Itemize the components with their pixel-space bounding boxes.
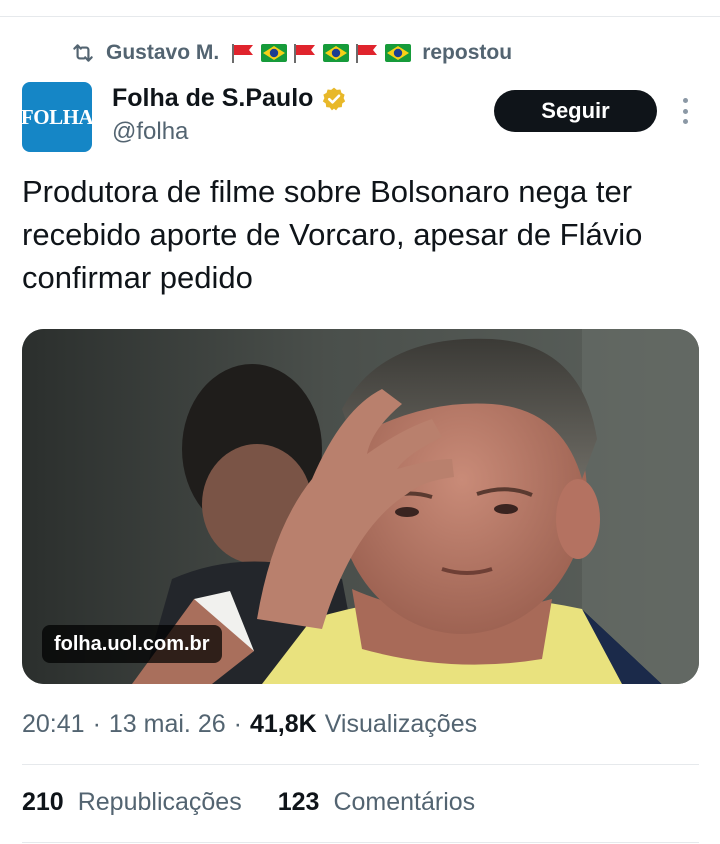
verified-badge-icon[interactable] <box>321 86 347 112</box>
link-domain-badge[interactable]: folha.uol.com.br <box>42 625 222 663</box>
avatar[interactable]: FOLHA <box>22 82 92 152</box>
avatar-logo-text: FOLHA <box>22 104 92 129</box>
author-name-row[interactable]: Folha de S.Paulo <box>112 84 347 113</box>
meta-separator: · <box>233 710 242 738</box>
media-card[interactable]: folha.uol.com.br <box>22 329 699 684</box>
top-divider <box>0 16 720 17</box>
comments-label[interactable]: Comentários <box>333 788 475 817</box>
author-handle[interactable]: @folha <box>112 118 188 146</box>
views-label: Visualizações <box>324 710 478 738</box>
follow-button[interactable]: Seguir <box>494 90 657 132</box>
comments-count[interactable]: 123 <box>278 788 320 817</box>
divider <box>22 842 699 843</box>
brazil-flag-icon <box>385 44 412 62</box>
repost-label: repostou <box>422 41 513 64</box>
engagement-stats: 210 Republicações 123 Comentários <box>22 788 475 817</box>
more-vertical-icon[interactable] <box>676 98 694 124</box>
repost-icon <box>70 40 96 66</box>
author-name[interactable]: Folha de S.Paulo <box>112 84 313 113</box>
brazil-flag-icon <box>323 44 350 62</box>
reposts-label[interactable]: Republicações <box>78 788 242 817</box>
tweet-text: Produtora de filme sobre Bolsonaro nega … <box>22 174 643 295</box>
repost-context[interactable]: Gustavo M. repostou <box>70 36 512 70</box>
reposter-name[interactable]: Gustavo M. <box>106 41 219 65</box>
tweet-date[interactable]: 13 mai. 26 <box>109 710 226 739</box>
meta-separator: · <box>92 710 101 738</box>
red-flag-icon <box>232 44 254 63</box>
reposts-count[interactable]: 210 <box>22 788 64 817</box>
tweet-meta: 20:41 · 13 mai. 26 · 41,8K Visualizações <box>22 710 477 739</box>
red-flag-icon <box>356 44 378 63</box>
red-flag-icon <box>294 44 316 63</box>
reposter-name-flags <box>229 42 412 64</box>
divider <box>22 764 699 765</box>
views-count[interactable]: 41,8K <box>250 710 317 739</box>
brazil-flag-icon <box>261 44 288 62</box>
tweet-time[interactable]: 20:41 <box>22 710 85 739</box>
